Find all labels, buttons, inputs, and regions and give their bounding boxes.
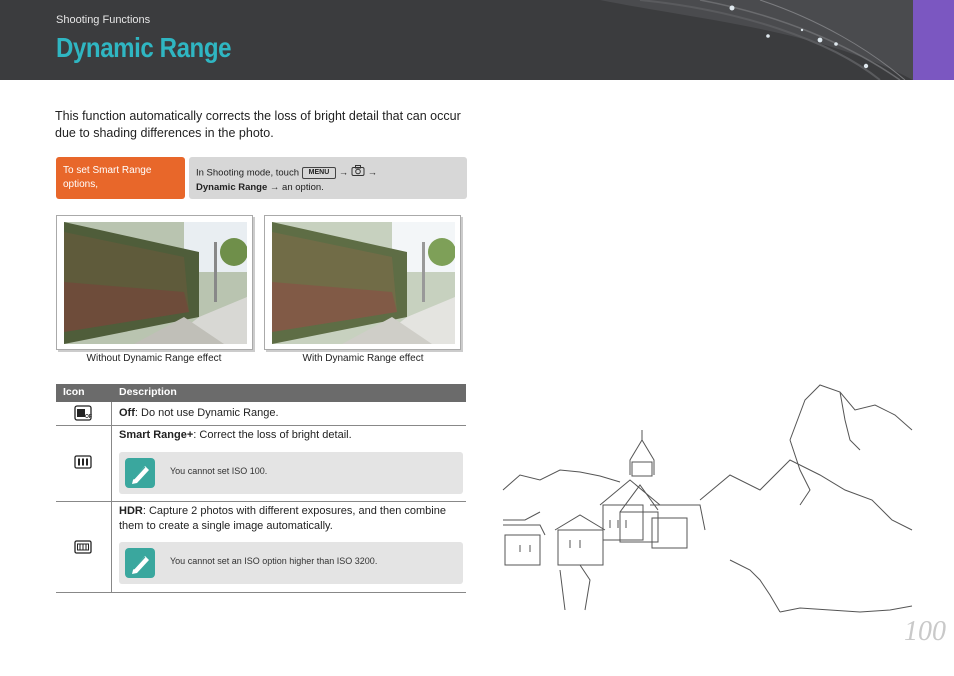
howto-suffix: → an option. — [269, 182, 324, 193]
village-sketch-illustration — [502, 384, 913, 613]
header-description-label: Description — [119, 386, 177, 398]
header-icon-label: Icon — [63, 386, 85, 398]
note-text: You cannot set ISO 100. — [170, 466, 268, 476]
note-pencil-icon — [125, 548, 155, 578]
howto-option: Dynamic Range — [196, 182, 268, 193]
chapter-tab[interactable] — [913, 0, 954, 80]
row-hdr-description: HDR: Capture 2 photos with different exp… — [119, 505, 446, 532]
arrow: → — [367, 167, 378, 179]
arrow: → — [338, 167, 349, 179]
row-divider — [56, 425, 466, 426]
note-smart-range: You cannot set ISO 100. — [119, 452, 463, 494]
note-pencil-icon — [125, 458, 155, 488]
section-label: Shooting Functions — [56, 14, 151, 26]
page-number: 100 — [904, 616, 946, 647]
photo-with-effect — [264, 215, 461, 350]
page-title: Dynamic Range — [56, 32, 232, 63]
dr-off-icon: OFF — [74, 405, 95, 426]
howto-label: To set Smart Range options, — [56, 157, 185, 199]
term-smart-range: Smart Range+ — [119, 429, 194, 441]
table-header: Icon Description — [56, 384, 466, 402]
row-off-description: Off: Do not use Dynamic Range. — [119, 407, 279, 419]
row-smart-range-description: Smart Range+: Correct the loss of bright… — [119, 429, 352, 441]
page-header: Shooting Functions Dynamic Range — [0, 0, 954, 80]
term-hdr: HDR — [119, 505, 143, 517]
svg-text:OFF: OFF — [85, 414, 92, 420]
smart-range-icon — [74, 455, 92, 474]
photo-without-effect — [56, 215, 253, 350]
row-divider — [56, 501, 466, 502]
note-text: You cannot set an ISO option higher than… — [170, 556, 378, 566]
howto-instructions: In Shooting mode, touch MENU → → Dynamic… — [189, 157, 467, 199]
note-hdr: You cannot set an ISO option higher than… — [119, 542, 463, 584]
camera-icon — [351, 165, 365, 181]
photo-caption-without: Without Dynamic Range effect — [86, 353, 222, 364]
column-divider — [111, 402, 112, 592]
howto-prefix: In Shooting mode, touch — [196, 167, 299, 179]
intro-paragraph: This function automatically corrects the… — [55, 109, 461, 140]
photo-caption-with: With Dynamic Range effect — [302, 353, 424, 364]
table-bottom-rule — [56, 592, 466, 593]
menu-key: MENU — [301, 167, 337, 179]
term-off: Off — [119, 407, 135, 419]
hdr-icon — [74, 540, 92, 559]
